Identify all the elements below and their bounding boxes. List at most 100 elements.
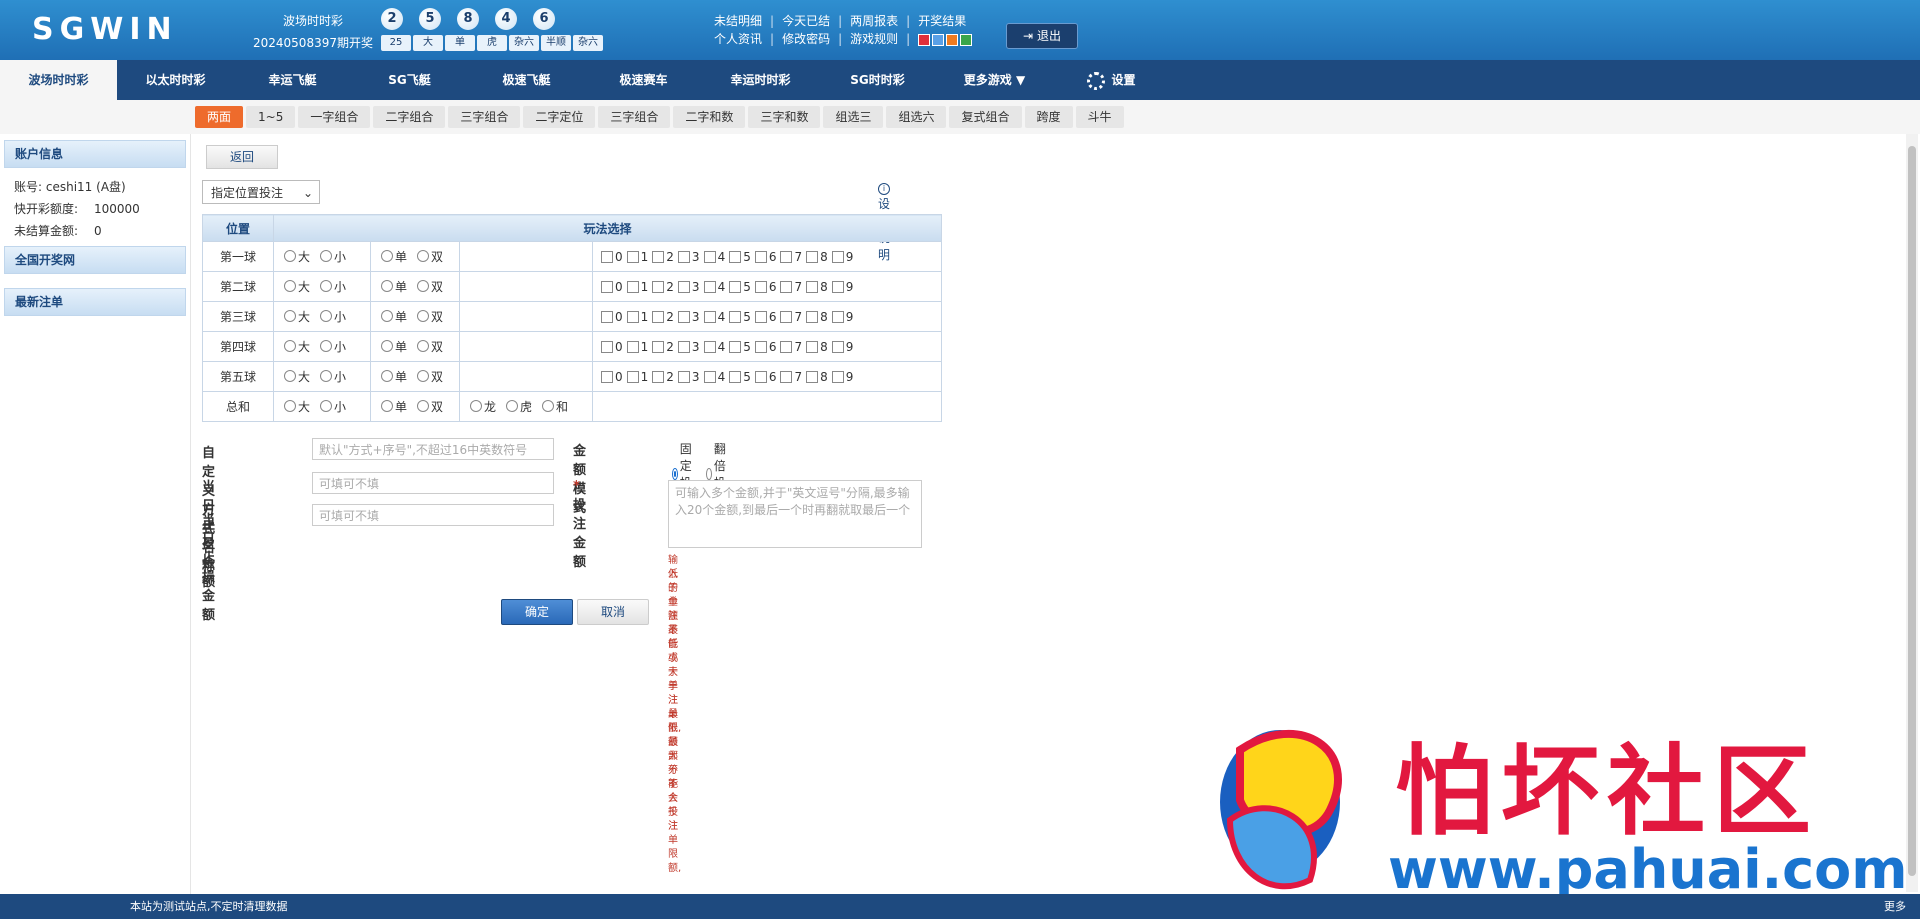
big-radio[interactable] xyxy=(284,280,296,293)
small-radio[interactable] xyxy=(320,310,333,323)
tab-two-position[interactable]: 二字定位 xyxy=(523,106,596,128)
theme-swatch-blue[interactable] xyxy=(932,34,945,46)
tab-bull[interactable]: 斗牛 xyxy=(1075,106,1124,128)
tab-three-combo-2[interactable]: 三字组合 xyxy=(598,106,671,128)
digit-checkbox[interactable] xyxy=(831,250,844,263)
big-radio[interactable] xyxy=(284,370,296,383)
digit-checkbox[interactable] xyxy=(806,340,819,353)
tab-group-three[interactable]: 组选三 xyxy=(823,106,884,128)
latest-bets-header[interactable]: 最新注单 xyxy=(4,288,186,316)
small-radio[interactable] xyxy=(320,280,333,293)
digit-checkbox[interactable] xyxy=(601,370,613,383)
link-two-week-report[interactable]: 两周报表 xyxy=(850,12,898,30)
tab-two-sum[interactable]: 二字和数 xyxy=(673,106,746,128)
national-draw-header[interactable]: 全国开奖网 xyxy=(4,246,186,274)
nav-item-lucky-ssc[interactable]: 幸运时时彩 xyxy=(702,60,819,100)
tab-multi-combo[interactable]: 复式组合 xyxy=(949,106,1022,128)
even-radio[interactable] xyxy=(417,250,430,263)
digit-checkbox[interactable] xyxy=(780,370,793,383)
digit-checkbox[interactable] xyxy=(729,280,742,293)
even-radio[interactable] xyxy=(417,340,430,353)
link-draw-results[interactable]: 开奖结果 xyxy=(918,12,966,30)
digit-checkbox[interactable] xyxy=(677,310,690,323)
theme-swatch-red[interactable] xyxy=(918,34,931,46)
digit-checkbox[interactable] xyxy=(677,250,690,263)
theme-swatch-orange[interactable] xyxy=(946,34,959,46)
scrollbar[interactable] xyxy=(1906,134,1918,892)
tab-two-combo[interactable]: 二字组合 xyxy=(373,106,446,128)
even-radio[interactable] xyxy=(417,310,430,323)
digit-checkbox[interactable] xyxy=(729,310,742,323)
digit-checkbox[interactable] xyxy=(703,310,716,323)
tab-two-sides[interactable]: 两面 xyxy=(195,106,244,128)
even-radio[interactable] xyxy=(417,280,430,293)
digit-checkbox[interactable] xyxy=(652,340,665,353)
digit-checkbox[interactable] xyxy=(626,340,639,353)
small-radio[interactable] xyxy=(320,340,333,353)
stop-loss-input[interactable]: 可填可不填 xyxy=(312,504,554,526)
bet-amount-textarea[interactable]: 可输入多个金额,并于"英文逗号"分隔,最多输入20个金额,到最后一个时再翻就取最… xyxy=(668,480,922,548)
nav-item-speed-airship[interactable]: 极速飞艇 xyxy=(468,60,585,100)
custom-name-input[interactable]: 默认"方式+序号",不超过16中英数符号 xyxy=(312,438,554,460)
dragon-radio[interactable] xyxy=(470,400,482,413)
small-radio[interactable] xyxy=(320,250,333,263)
tie-radio[interactable] xyxy=(542,400,555,413)
digit-checkbox[interactable] xyxy=(601,310,613,323)
nav-item-settings[interactable]: 设置 xyxy=(1053,60,1170,100)
small-radio[interactable] xyxy=(320,370,333,383)
digit-checkbox[interactable] xyxy=(729,340,742,353)
tab-group-six[interactable]: 组选六 xyxy=(886,106,947,128)
even-radio[interactable] xyxy=(417,370,430,383)
digit-checkbox[interactable] xyxy=(703,370,716,383)
sum-odd-radio[interactable] xyxy=(381,400,393,413)
digit-checkbox[interactable] xyxy=(703,340,716,353)
digit-checkbox[interactable] xyxy=(677,340,690,353)
big-radio[interactable] xyxy=(284,250,296,263)
back-button[interactable]: 返回 xyxy=(206,145,278,169)
digit-checkbox[interactable] xyxy=(652,250,665,263)
sum-even-radio[interactable] xyxy=(417,400,430,413)
odd-radio[interactable] xyxy=(381,280,393,293)
digit-checkbox[interactable] xyxy=(626,310,639,323)
digit-checkbox[interactable] xyxy=(626,370,639,383)
digit-checkbox[interactable] xyxy=(831,340,844,353)
link-game-rules[interactable]: 游戏规则 xyxy=(850,30,898,48)
digit-checkbox[interactable] xyxy=(754,250,767,263)
digit-checkbox[interactable] xyxy=(703,250,716,263)
digit-checkbox[interactable] xyxy=(831,370,844,383)
digit-checkbox[interactable] xyxy=(677,280,690,293)
digit-checkbox[interactable] xyxy=(729,370,742,383)
odd-radio[interactable] xyxy=(381,370,393,383)
link-personal-info[interactable]: 个人资讯 xyxy=(714,30,762,48)
logout-button[interactable]: ⇥ 退出 xyxy=(1006,23,1078,49)
big-radio[interactable] xyxy=(284,340,296,353)
digit-checkbox[interactable] xyxy=(780,310,793,323)
stop-win-input[interactable]: 可填可不填 xyxy=(312,472,554,494)
digit-checkbox[interactable] xyxy=(754,370,767,383)
digit-checkbox[interactable] xyxy=(806,250,819,263)
nav-item-sg-ssc[interactable]: SG时时彩 xyxy=(819,60,936,100)
big-radio[interactable] xyxy=(284,310,296,323)
nav-item-lucky-airship[interactable]: 幸运飞艇 xyxy=(234,60,351,100)
digit-checkbox[interactable] xyxy=(601,250,613,263)
digit-checkbox[interactable] xyxy=(626,280,639,293)
odd-radio[interactable] xyxy=(381,250,393,263)
tab-1-5[interactable]: 1~5 xyxy=(246,106,296,128)
digit-checkbox[interactable] xyxy=(703,280,716,293)
account-info-header[interactable]: 账户信息 xyxy=(4,140,186,168)
mode-double-radio[interactable] xyxy=(706,468,712,480)
digit-checkbox[interactable] xyxy=(754,280,767,293)
tiger-radio[interactable] xyxy=(506,400,519,413)
tab-three-combo[interactable]: 三字组合 xyxy=(448,106,521,128)
bet-mode-select[interactable]: 指定位置投注 ⌄ xyxy=(202,180,320,204)
link-change-password[interactable]: 修改密码 xyxy=(782,30,830,48)
digit-checkbox[interactable] xyxy=(729,250,742,263)
digit-checkbox[interactable] xyxy=(754,340,767,353)
digit-checkbox[interactable] xyxy=(780,340,793,353)
tab-three-sum[interactable]: 三字和数 xyxy=(748,106,821,128)
digit-checkbox[interactable] xyxy=(652,310,665,323)
nav-item-speed-racing[interactable]: 极速赛车 xyxy=(585,60,702,100)
digit-checkbox[interactable] xyxy=(677,370,690,383)
sum-small-radio[interactable] xyxy=(320,400,333,413)
digit-checkbox[interactable] xyxy=(806,280,819,293)
